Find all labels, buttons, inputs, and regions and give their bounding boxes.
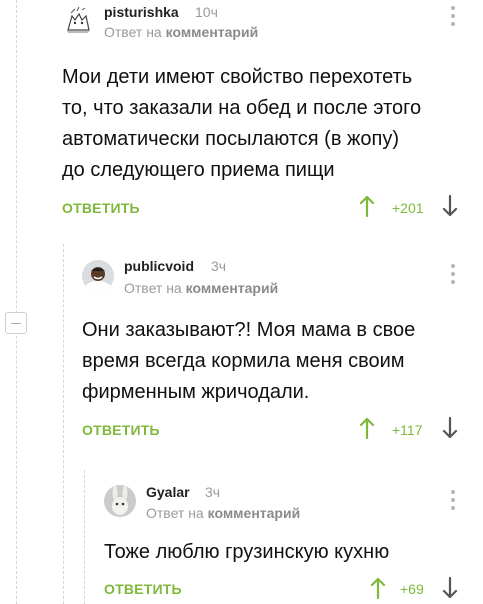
comment-line: фирменным жричодали. [82,381,310,403]
downvote-arrow-icon[interactable] [442,417,458,439]
reply-to-label: Ответ на комментарий [124,280,278,296]
reply-target-link[interactable]: комментарий [186,280,279,296]
thread-line-1 [16,0,17,604]
username[interactable]: Gyalar [146,484,190,500]
more-options-icon[interactable] [450,490,456,514]
reply-prefix: Ответ на [104,24,162,40]
reply-button[interactable]: ОТВЕТИТЬ [104,581,182,597]
thread-line-3 [84,470,85,604]
reply-target-link[interactable]: комментарий [208,505,301,521]
reply-button[interactable]: ОТВЕТИТЬ [62,200,140,216]
comment-line: то, что заказали на обед и после этого [62,97,422,119]
avatar [62,4,94,36]
comment-line: до следующего приема пищи [62,159,335,181]
comment-line: время всегда кормила меня своим [82,350,405,372]
avatar [82,260,114,292]
score: +69 [400,581,424,597]
score: +201 [392,200,424,216]
timestamp: 3ч [205,484,221,500]
downvote-arrow-icon[interactable] [442,195,458,217]
more-options-icon[interactable] [450,6,456,30]
username[interactable]: publicvoid [124,258,194,274]
upvote-arrow-icon[interactable] [359,417,375,439]
comment-text: Мои дети имеют свойство перехотеть то, ч… [62,62,472,186]
avatar [104,485,136,517]
score: +117 [392,422,423,438]
comment-line: Они заказывают?! Моя мама в свое [82,319,416,341]
comment-line: Тоже люблю грузинскую кухню [104,541,390,563]
reply-target-link[interactable]: комментарий [166,24,259,40]
reply-prefix: Ответ на [124,280,182,296]
timestamp: 10ч [195,4,218,20]
downvote-arrow-icon[interactable] [442,577,458,599]
upvote-arrow-icon[interactable] [370,577,386,599]
reply-to-label: Ответ на комментарий [146,505,300,521]
reply-to-label: Ответ на комментарий [104,24,258,40]
thread-line-2 [63,244,64,604]
username[interactable]: pisturishka [104,4,179,20]
comment-line: автоматически посылаются (в жопу) [62,128,399,150]
upvote-arrow-icon[interactable] [359,195,375,217]
comment-text: Тоже люблю грузинскую кухню [104,537,474,568]
reply-button[interactable]: ОТВЕТИТЬ [82,422,160,438]
more-options-icon[interactable] [450,264,456,288]
comment-line: Мои дети имеют свойство перехотеть [62,66,413,88]
timestamp: 3ч [211,258,227,274]
comment-text: Они заказывают?! Моя мама в свое время в… [82,315,472,408]
collapse-thread-button[interactable] [5,312,27,334]
reply-prefix: Ответ на [146,505,204,521]
